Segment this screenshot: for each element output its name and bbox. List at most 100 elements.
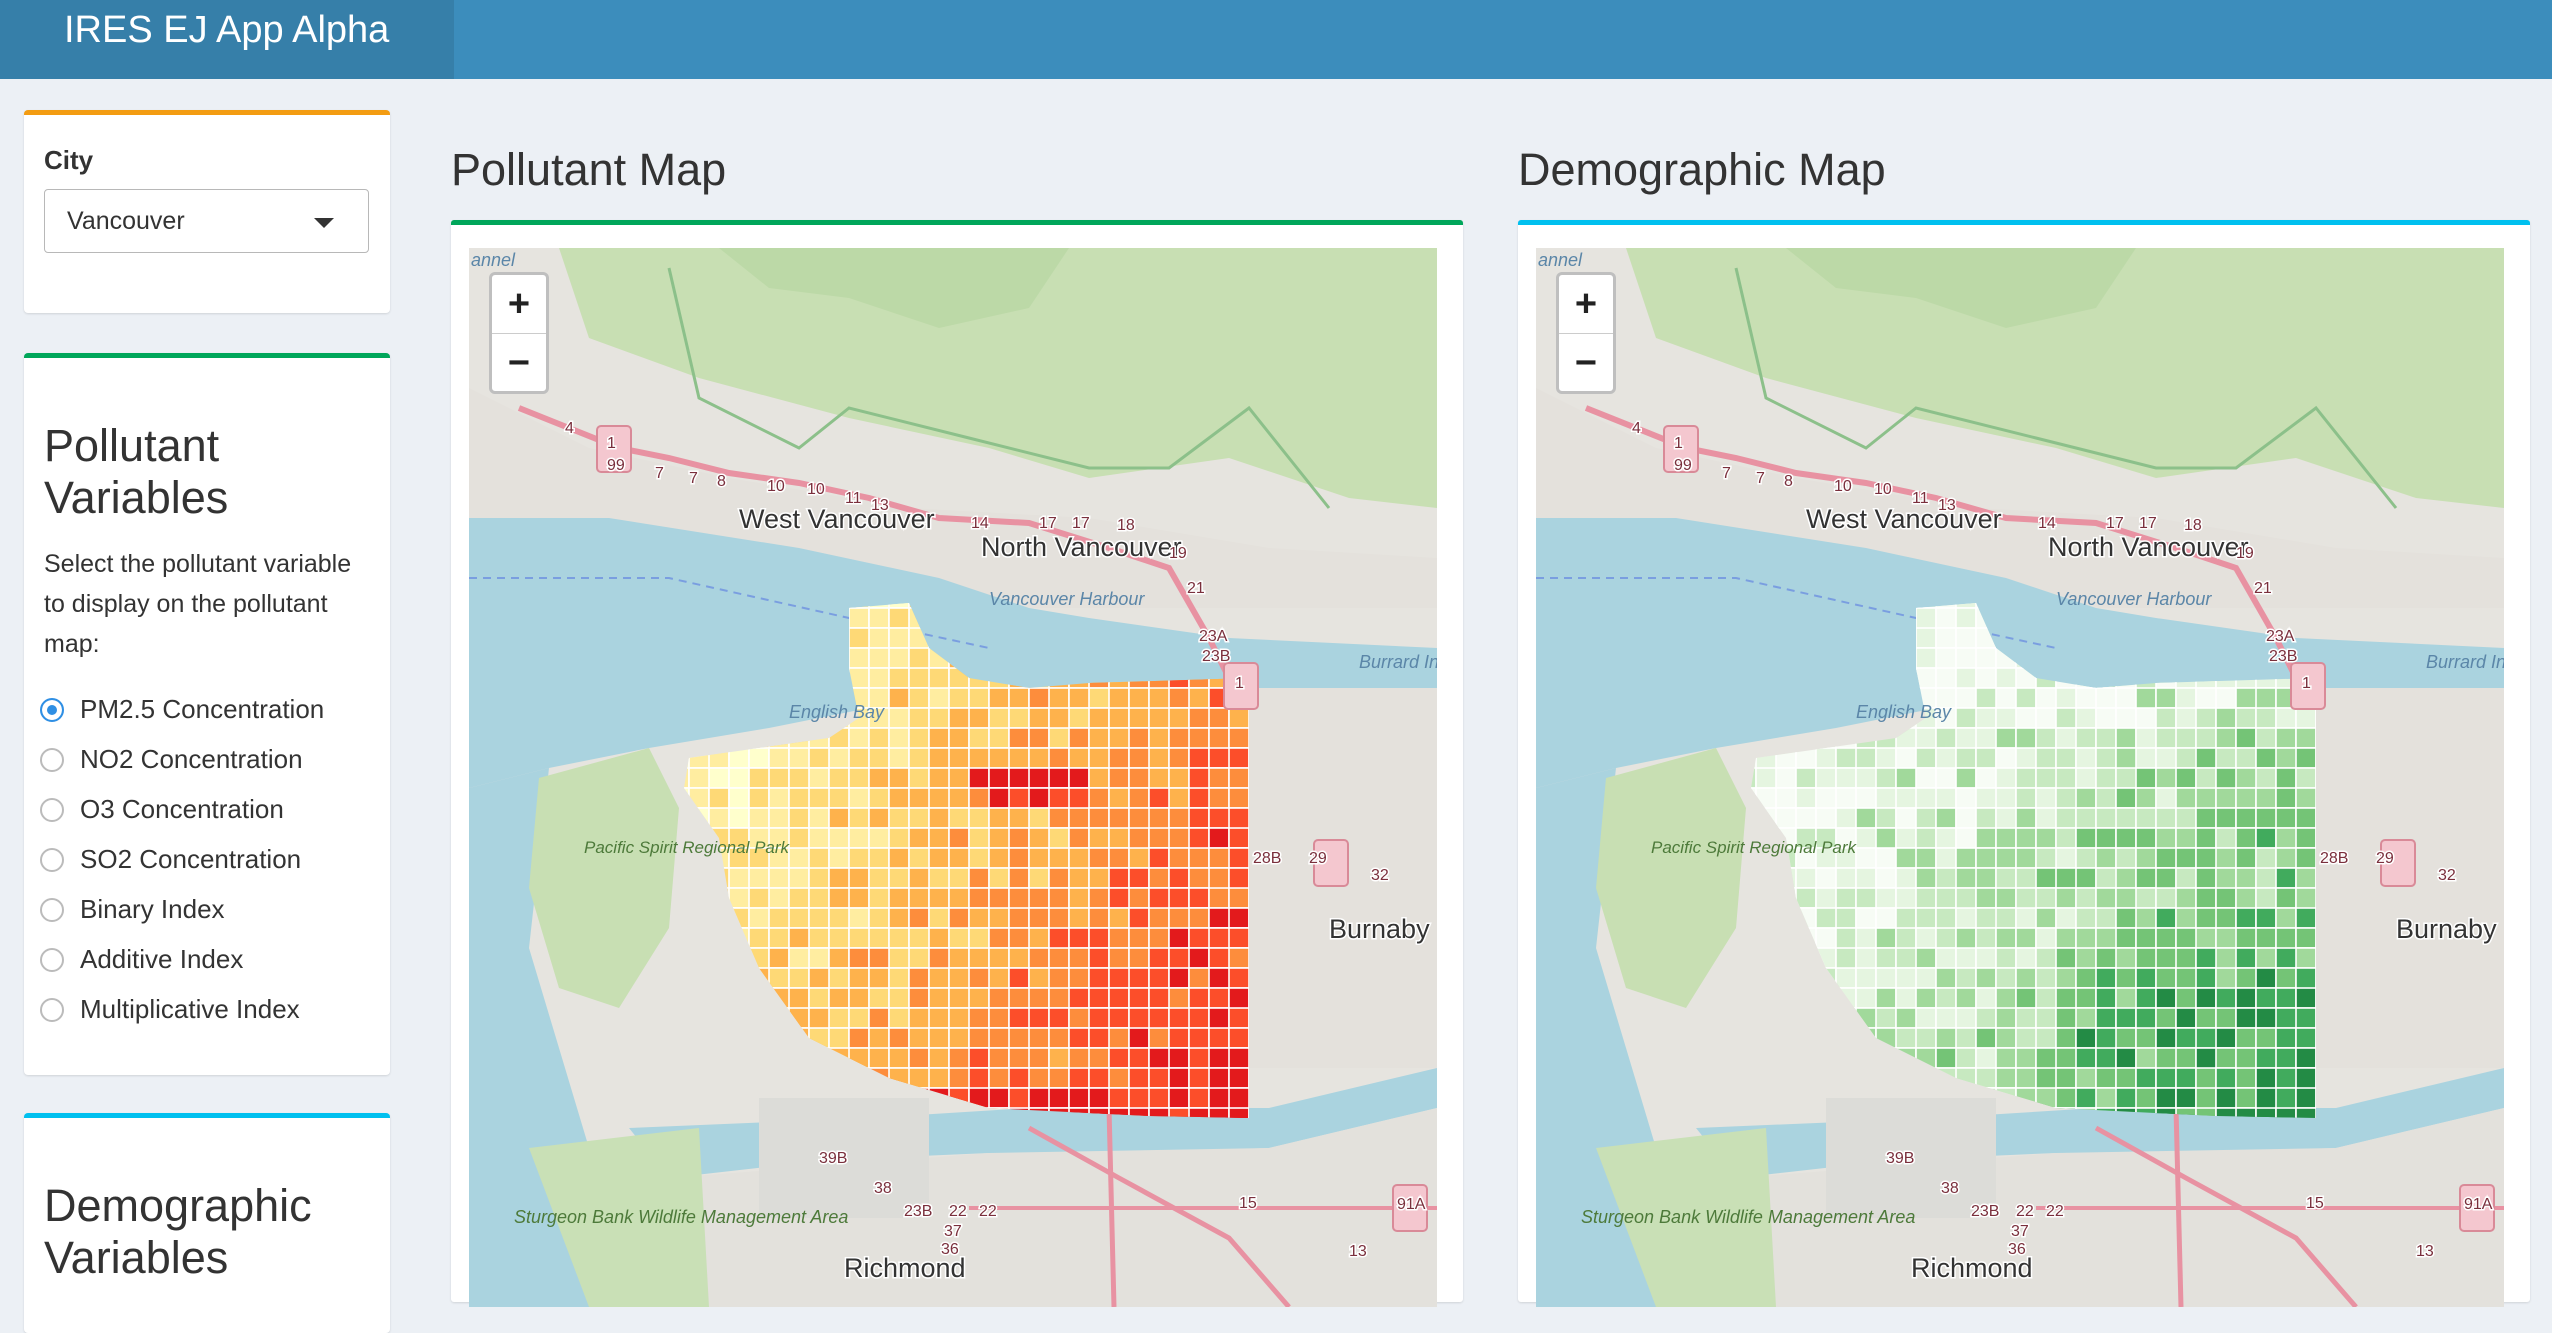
census-tract[interactable]	[888, 747, 910, 769]
census-tract[interactable]	[2015, 1007, 2037, 1029]
census-tract[interactable]	[1008, 867, 1030, 889]
census-tract[interactable]	[1995, 1007, 2017, 1029]
census-tract[interactable]	[2135, 927, 2157, 949]
census-tract[interactable]	[2115, 1027, 2137, 1049]
census-tract[interactable]	[1088, 1047, 1110, 1069]
census-tract[interactable]	[1915, 907, 1937, 929]
census-tract[interactable]	[2115, 687, 2137, 709]
census-tract[interactable]	[1088, 927, 1110, 949]
census-tract[interactable]	[1795, 887, 1817, 909]
census-tract[interactable]	[1108, 767, 1130, 789]
census-tract[interactable]	[1128, 987, 1150, 1009]
census-tract[interactable]	[2095, 727, 2117, 749]
census-tract[interactable]	[968, 707, 990, 729]
census-tract[interactable]	[1028, 727, 1050, 749]
census-tract[interactable]	[1088, 727, 1110, 749]
census-tract[interactable]	[1148, 727, 1170, 749]
census-tract[interactable]	[1128, 967, 1150, 989]
census-tract[interactable]	[948, 947, 970, 969]
census-tract[interactable]	[2275, 907, 2297, 929]
census-tract[interactable]	[928, 887, 950, 909]
census-tract[interactable]	[968, 847, 990, 869]
census-tract[interactable]	[2095, 787, 2117, 809]
census-tract[interactable]	[1795, 767, 1817, 789]
census-tract[interactable]	[948, 687, 970, 709]
census-tract[interactable]	[2015, 707, 2037, 729]
radio-button[interactable]	[40, 798, 64, 822]
census-tract[interactable]	[988, 727, 1010, 749]
census-tract[interactable]	[2075, 1047, 2097, 1069]
census-tract[interactable]	[1915, 1007, 1937, 1029]
census-tract[interactable]	[1208, 767, 1230, 789]
census-tract[interactable]	[2255, 787, 2277, 809]
census-tract[interactable]	[2215, 747, 2237, 769]
census-tract[interactable]	[1068, 967, 1090, 989]
census-tract[interactable]	[1068, 867, 1090, 889]
radio-button[interactable]	[40, 948, 64, 972]
census-tract[interactable]	[1008, 907, 1030, 929]
census-tract[interactable]	[2195, 967, 2217, 989]
census-tract[interactable]	[828, 1007, 850, 1029]
census-tract[interactable]	[968, 867, 990, 889]
census-tract[interactable]	[1048, 1007, 1070, 1029]
census-tract[interactable]	[1108, 907, 1130, 929]
census-tract[interactable]	[2235, 1027, 2257, 1049]
census-tract[interactable]	[2135, 767, 2157, 789]
census-tract[interactable]	[2215, 807, 2237, 829]
census-tract[interactable]	[2115, 1067, 2137, 1089]
census-tract[interactable]	[2215, 1027, 2237, 1049]
census-tract[interactable]	[828, 807, 850, 829]
census-tract[interactable]	[948, 1027, 970, 1049]
census-tract[interactable]	[1875, 1007, 1897, 1029]
census-tract[interactable]	[988, 867, 1010, 889]
census-tract[interactable]	[2215, 847, 2237, 869]
census-tract[interactable]	[888, 667, 910, 689]
census-tract[interactable]	[2235, 947, 2257, 969]
census-tract[interactable]	[2295, 927, 2316, 949]
census-tract[interactable]	[968, 687, 990, 709]
census-tract[interactable]	[1068, 767, 1090, 789]
census-tract[interactable]	[768, 887, 790, 909]
census-tract[interactable]	[2235, 1087, 2257, 1109]
census-tract[interactable]	[1188, 847, 1210, 869]
census-tract[interactable]	[1128, 947, 1150, 969]
census-tract[interactable]	[2195, 1007, 2217, 1029]
census-tract[interactable]	[1208, 827, 1230, 849]
census-tract[interactable]	[2035, 827, 2057, 849]
census-tract[interactable]	[1088, 907, 1110, 929]
census-tract[interactable]	[1068, 987, 1090, 1009]
census-tract[interactable]	[2255, 727, 2277, 749]
census-tract[interactable]	[2115, 727, 2137, 749]
census-tract[interactable]	[1915, 987, 1937, 1009]
census-tract[interactable]	[2175, 1087, 2197, 1109]
census-tract[interactable]	[1995, 887, 2017, 909]
census-tract[interactable]	[1835, 767, 1857, 789]
census-tract[interactable]	[928, 1047, 950, 1069]
census-tract[interactable]	[2115, 927, 2137, 949]
census-tract[interactable]	[988, 907, 1010, 929]
census-tract[interactable]	[1148, 1087, 1170, 1109]
census-tract[interactable]	[2095, 1067, 2117, 1089]
census-tract[interactable]	[848, 947, 870, 969]
zoom-out-button[interactable]: −	[492, 334, 546, 392]
census-tract[interactable]	[2235, 987, 2257, 1009]
census-tract[interactable]	[808, 767, 830, 789]
census-tract[interactable]	[1955, 1027, 1977, 1049]
zoom-in-button[interactable]: +	[492, 275, 546, 334]
census-tract[interactable]	[1875, 807, 1897, 829]
census-tract[interactable]	[848, 907, 870, 929]
census-tract[interactable]	[1128, 1047, 1150, 1069]
census-tract[interactable]	[908, 827, 930, 849]
census-tract[interactable]	[2215, 787, 2237, 809]
census-tract[interactable]	[1855, 907, 1877, 929]
census-tract[interactable]	[928, 727, 950, 749]
census-tract[interactable]	[1955, 1047, 1977, 1069]
census-tract[interactable]	[1975, 927, 1997, 949]
census-tract[interactable]	[2155, 687, 2177, 709]
census-tract[interactable]	[768, 927, 790, 949]
census-tract[interactable]	[1188, 947, 1210, 969]
census-tract[interactable]	[1108, 1007, 1130, 1029]
census-tract[interactable]	[2215, 1047, 2237, 1069]
census-tract[interactable]	[1795, 807, 1817, 829]
census-tract[interactable]	[948, 807, 970, 829]
